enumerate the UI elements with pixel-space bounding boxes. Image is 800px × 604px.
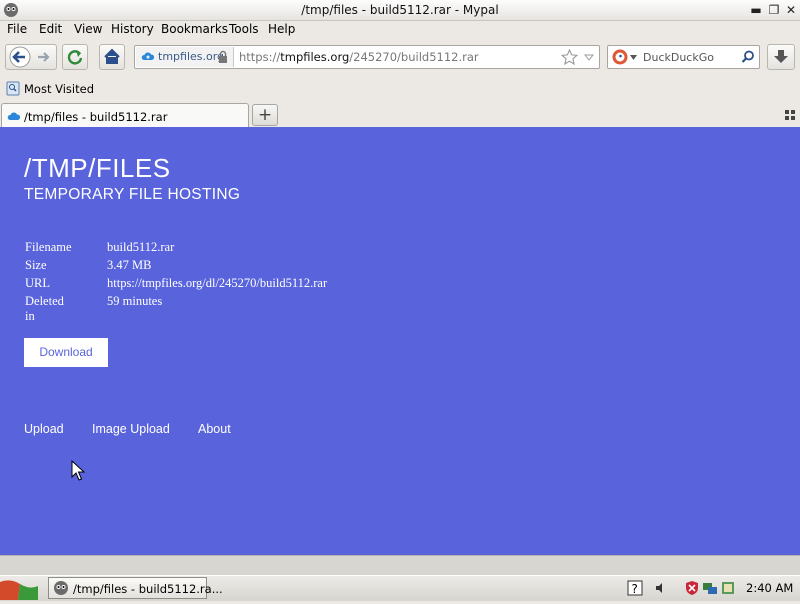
info-value-size: 3.47 MB (107, 258, 152, 272)
site-title[interactable]: /TMP/FILES (24, 153, 171, 184)
download-arrow-icon (774, 50, 788, 63)
security-shield-icon[interactable] (684, 580, 700, 596)
menu-bar: File Edit View History Bookmarks Tools H… (0, 20, 800, 39)
navigation-toolbar: tmpfiles.org https://tmpfiles.org/245270… (0, 40, 800, 76)
back-button[interactable] (7, 46, 31, 68)
volume-tray-icon[interactable] (652, 580, 668, 596)
url-dropdown-icon[interactable] (584, 54, 594, 61)
app-tray-icon[interactable] (720, 580, 736, 596)
search-bar[interactable]: DuckDuckGo (607, 45, 760, 69)
home-button[interactable] (99, 44, 125, 70)
cloud-favicon-icon (7, 112, 21, 120)
image-upload-link[interactable]: Image Upload (92, 422, 170, 436)
about-link[interactable]: About (198, 422, 231, 436)
identity-domain: tmpfiles.org (158, 50, 225, 63)
restore-button[interactable]: ❐ (766, 2, 782, 18)
taskbar-clock[interactable]: 2:40 AM (746, 581, 793, 595)
tab-grid-icon[interactable] (785, 110, 795, 120)
page-content: /TMP/FILES TEMPORARY FILE HOSTING Filena… (0, 127, 800, 555)
start-button[interactable] (0, 576, 38, 601)
url-scheme: https:// (239, 50, 281, 64)
bookmarks-toolbar: Most Visited (0, 79, 800, 99)
mypal-app-icon (54, 581, 68, 595)
search-input[interactable]: DuckDuckGo (643, 51, 714, 64)
mouse-cursor-icon (71, 460, 85, 481)
cloud-favicon-icon (141, 52, 155, 60)
duckduckgo-icon[interactable] (612, 49, 628, 65)
tab-label: /tmp/files - build5112.rar (24, 110, 168, 124)
menu-view[interactable]: View (74, 22, 102, 36)
window-title: /tmp/files - build5112.rar - Mypal (301, 3, 499, 17)
most-visited-folder-icon (6, 81, 20, 96)
info-value-deleted-in: 59 minutes (107, 294, 163, 308)
network-tray-icon[interactable] (702, 580, 718, 596)
site-subtitle: TEMPORARY FILE HOSTING (24, 186, 241, 203)
url-text[interactable]: https://tmpfiles.org/245270/build5112.ra… (239, 50, 479, 64)
info-value-url: https://tmpfiles.org/dl/245270/build5112… (107, 276, 328, 290)
tab-tmpfiles[interactable]: /tmp/files - build5112.rar (1, 103, 249, 127)
reload-icon (67, 50, 83, 65)
lock-icon (219, 50, 227, 63)
menu-file[interactable]: File (7, 22, 27, 36)
window-titlebar[interactable]: /tmp/files - build5112.rar - Mypal ▬ ❐ ✕ (0, 0, 800, 21)
info-key: Size (25, 258, 47, 272)
bookmark-most-visited[interactable]: Most Visited (24, 82, 94, 96)
taskbar: /tmp/files - build5112.ra... ? 2:40 AM (0, 575, 800, 601)
info-value-filename: build5112.rar (107, 240, 175, 254)
menu-help[interactable]: Help (268, 22, 295, 36)
url-host: tmpfiles.org (280, 50, 350, 64)
menu-edit[interactable]: Edit (39, 22, 62, 36)
bookmark-star-icon[interactable] (561, 49, 578, 65)
upload-link[interactable]: Upload (24, 422, 64, 436)
taskbar-window-mypal[interactable]: /tmp/files - build5112.ra... (48, 577, 223, 599)
minimize-button[interactable]: ▬ (748, 2, 764, 18)
url-bar[interactable]: tmpfiles.org https://tmpfiles.org/245270… (134, 45, 600, 69)
search-icon[interactable] (741, 50, 755, 64)
downloads-button[interactable] (767, 44, 795, 70)
info-key: URL (25, 276, 50, 290)
browser-status-strip (0, 555, 800, 576)
download-button[interactable]: Download (24, 338, 108, 367)
info-key: Deleted in (25, 294, 64, 323)
home-icon (104, 48, 120, 64)
reload-button[interactable] (62, 44, 88, 70)
forward-button[interactable] (33, 46, 55, 68)
close-button[interactable]: ✕ (783, 2, 799, 18)
menu-history[interactable]: History (111, 22, 154, 36)
windows-logo-icon (0, 580, 38, 600)
new-tab-button[interactable]: + (252, 104, 278, 126)
engine-dropdown-icon[interactable] (630, 55, 637, 60)
taskbar-window-label: /tmp/files - build5112.ra... (73, 582, 223, 596)
info-key: Filename (25, 240, 72, 254)
help-tray-icon[interactable]: ? (627, 580, 643, 596)
url-path: /245270/build5112.rar (349, 50, 479, 64)
menu-bookmarks[interactable]: Bookmarks (161, 22, 228, 36)
tab-strip: /tmp/files - build5112.rar + (0, 102, 800, 128)
svg-text:?: ? (632, 582, 638, 596)
menu-tools[interactable]: Tools (229, 22, 259, 36)
